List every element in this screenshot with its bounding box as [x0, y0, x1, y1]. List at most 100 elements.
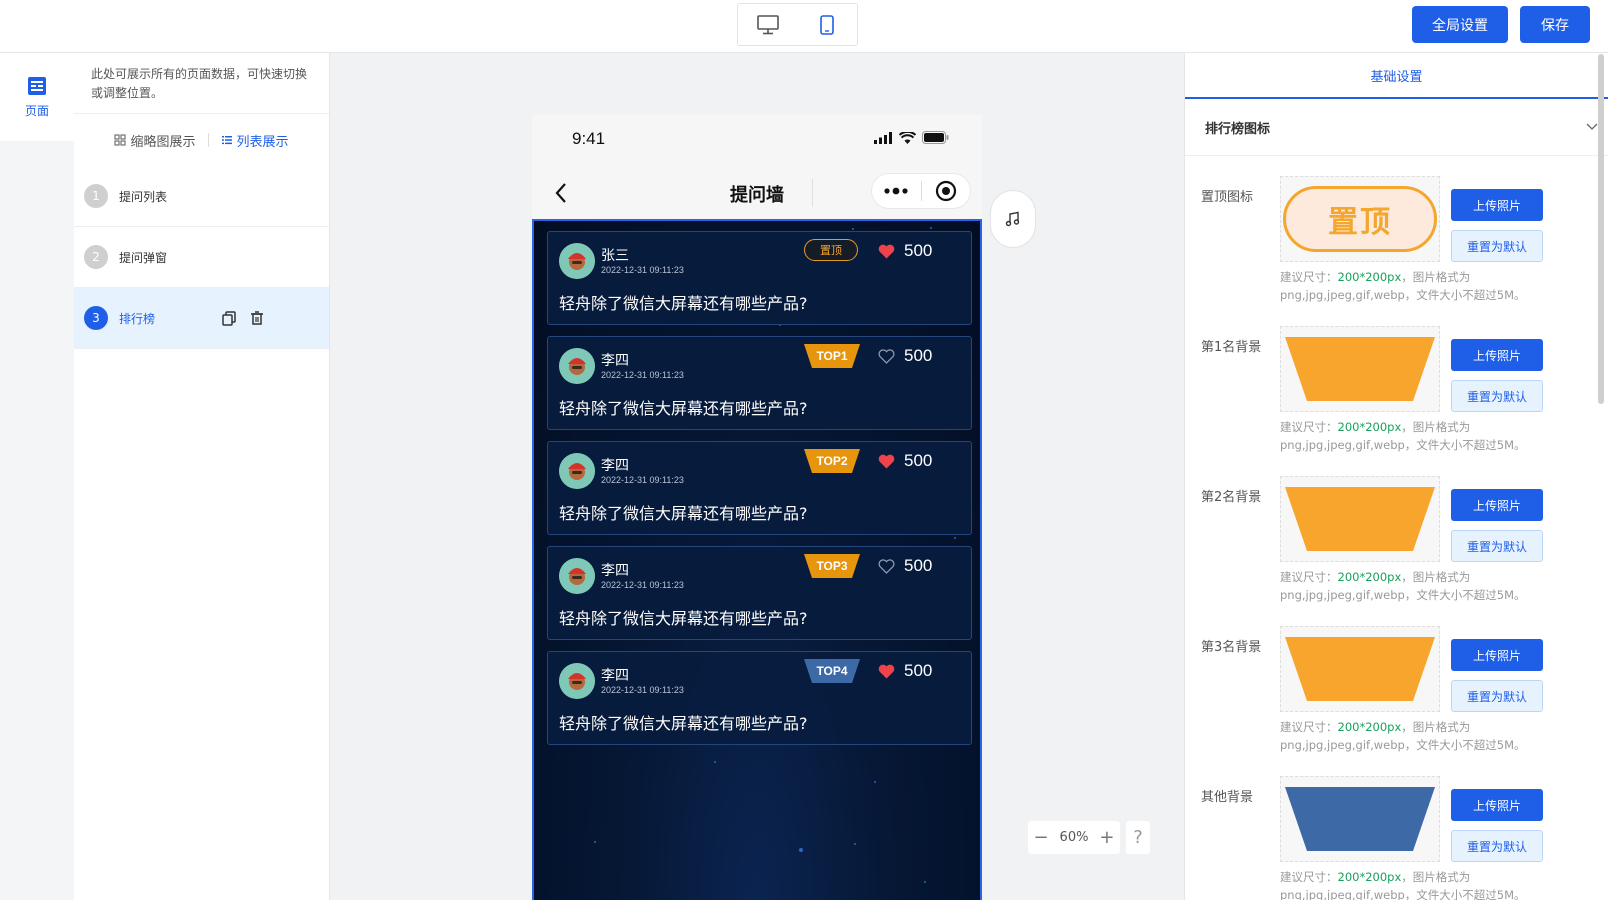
list-icon [221, 136, 232, 145]
setting-row-pin-icon: 置顶图标 置顶 上传照片 重置为默认 建议尺寸：200*200px，图片格式为p… [1185, 176, 1608, 326]
rank3-bg-preview [1280, 626, 1440, 712]
question-text: 轻舟除了微信大屏幕还有哪些产品? [559, 714, 808, 733]
top-toolbar: 全局设置 保存 [0, 0, 1608, 53]
question-card[interactable]: 李四 2022-12-31 09:11:23 TOP2 500 轻舟除了微信大屏… [547, 441, 972, 535]
like-count: 500 [904, 346, 933, 365]
page-number: 1 [84, 184, 108, 208]
user-name: 李四 [601, 668, 629, 684]
global-settings-button[interactable]: 全局设置 [1412, 6, 1508, 43]
question-date: 2022-12-31 09:11:23 [601, 685, 684, 695]
zoom-out-button[interactable]: − [1033, 827, 1048, 848]
question-text: 轻舟除了微信大屏幕还有哪些产品? [559, 504, 808, 523]
setting-label: 其他背景 [1201, 790, 1254, 805]
help-button[interactable]: ? [1126, 821, 1150, 854]
tab-basic-settings[interactable]: 基础设置 [1185, 53, 1608, 99]
mobile-icon [820, 14, 835, 35]
setting-label: 第2名背景 [1201, 490, 1262, 505]
wifi-icon [899, 131, 916, 144]
page-row-leaderboard[interactable]: 3 排行榜 [74, 288, 329, 349]
battery-icon [922, 131, 949, 144]
other-bg-preview [1280, 776, 1440, 862]
music-button[interactable] [990, 190, 1036, 248]
avatar [559, 348, 595, 384]
upload-photo-button[interactable]: 上传照片 [1451, 339, 1543, 371]
pin-icon-preview: 置顶 [1280, 176, 1440, 262]
pages-icon [28, 76, 46, 95]
save-button[interactable]: 保存 [1520, 6, 1590, 43]
page-row-label: 提问弹窗 [119, 250, 168, 265]
reset-default-button[interactable]: 重置为默认 [1451, 680, 1543, 712]
copy-icon[interactable] [221, 310, 237, 326]
thumbnail-view-option[interactable]: 缩略图展示 [114, 131, 196, 150]
question-card[interactable]: 李四 2022-12-31 09:11:23 TOP3 500 轻舟除了微信大屏… [547, 546, 972, 640]
chevron-down-icon [1586, 123, 1598, 130]
target-icon [935, 180, 956, 202]
reset-default-button[interactable]: 重置为默认 [1451, 230, 1543, 262]
upload-photo-button[interactable]: 上传照片 [1451, 489, 1543, 521]
size-tip: 建议尺寸：200*200px，图片格式为png,jpg,jpeg,gif,web… [1280, 870, 1526, 900]
user-name: 李四 [601, 353, 629, 369]
question-date: 2022-12-31 09:11:23 [601, 265, 684, 275]
nav-item-label: 页面 [24, 103, 49, 118]
question-card[interactable]: 李四 2022-12-31 09:11:23 TOP4 500 轻舟除了微信大屏… [547, 651, 972, 745]
like-count: 500 [904, 556, 933, 575]
question-text: 轻舟除了微信大屏幕还有哪些产品? [559, 294, 808, 313]
question-card[interactable]: 张三 2022-12-31 09:11:23 置顶 500 轻舟除了微信大屏幕还… [547, 231, 972, 325]
page-number: 3 [84, 306, 108, 330]
question-card[interactable]: 李四 2022-12-31 09:11:23 TOP1 500 轻舟除了微信大屏… [547, 336, 972, 430]
user-name: 李四 [601, 458, 629, 474]
section-leaderboard-icons[interactable]: 排行榜图标 [1185, 99, 1608, 156]
question-text: 轻舟除了微信大屏幕还有哪些产品? [559, 609, 808, 628]
more-button[interactable] [872, 187, 921, 195]
question-date: 2022-12-31 09:11:23 [601, 475, 684, 485]
avatar [559, 663, 595, 699]
list-view-option[interactable]: 列表展示 [221, 131, 289, 150]
heart-filled-icon [878, 664, 895, 678]
like-counter[interactable]: 500 [878, 346, 932, 366]
phone-nav-bar: 提问墙 [532, 167, 982, 219]
delete-icon[interactable] [249, 310, 265, 326]
settings-scrollbar[interactable] [1598, 54, 1604, 404]
page-list-hint: 此处可展示所有的页面数据，可快速切换或调整位置。 [74, 53, 329, 114]
like-counter[interactable]: 500 [878, 241, 932, 261]
rank-badge: TOP4 [816, 664, 848, 678]
page-row-question-list[interactable]: 1 提问列表 [74, 166, 329, 227]
preview-canvas: 9:41 提问墙 张三 2022-12-31 09:11:23 置顶 500 轻… [330, 53, 1184, 900]
rank-badge: TOP2 [816, 454, 848, 468]
avatar [559, 453, 595, 489]
music-note-icon [1005, 211, 1020, 227]
nav-item-pages[interactable]: 页面 [0, 53, 74, 141]
rank-badge: TOP1 [816, 349, 848, 363]
view-toggle: 缩略图展示 列表展示 [74, 114, 329, 166]
setting-label: 第3名背景 [1201, 640, 1262, 655]
like-counter[interactable]: 500 [878, 556, 932, 576]
question-date: 2022-12-31 09:11:23 [601, 580, 684, 590]
heart-outline-icon [878, 348, 895, 364]
upload-photo-button[interactable]: 上传照片 [1451, 639, 1543, 671]
desktop-preview-button[interactable] [738, 4, 798, 45]
like-counter[interactable]: 500 [878, 661, 932, 681]
like-counter[interactable]: 500 [878, 451, 932, 471]
upload-photo-button[interactable]: 上传照片 [1451, 189, 1543, 221]
device-switch [737, 3, 858, 46]
upload-photo-button[interactable]: 上传照片 [1451, 789, 1543, 821]
section-title: 排行榜图标 [1205, 121, 1271, 137]
close-mini-program-button[interactable] [921, 180, 970, 202]
page-row-label: 排行榜 [119, 311, 156, 326]
rank-badge: TOP3 [816, 559, 848, 573]
mobile-preview-button[interactable] [798, 4, 858, 45]
reset-default-button[interactable]: 重置为默认 [1451, 830, 1543, 862]
zoom-level: 60% [1059, 830, 1089, 845]
size-tip: 建议尺寸：200*200px，图片格式为png,jpg,jpeg,gif,web… [1280, 720, 1526, 752]
heart-filled-icon [878, 454, 895, 468]
heart-filled-icon [878, 244, 895, 258]
reset-default-button[interactable]: 重置为默认 [1451, 380, 1543, 412]
zoom-in-button[interactable]: + [1099, 827, 1114, 848]
like-count: 500 [904, 241, 933, 260]
reset-default-button[interactable]: 重置为默认 [1451, 530, 1543, 562]
zoom-control: − 60% + [1028, 821, 1120, 854]
like-count: 500 [904, 661, 933, 680]
settings-panel: 基础设置 排行榜图标 置顶图标 置顶 上传照片 重置为默认 建议尺寸：200*2… [1184, 53, 1608, 900]
page-row-question-popup[interactable]: 2 提问弹窗 [74, 227, 329, 288]
more-dots-icon [884, 187, 908, 195]
